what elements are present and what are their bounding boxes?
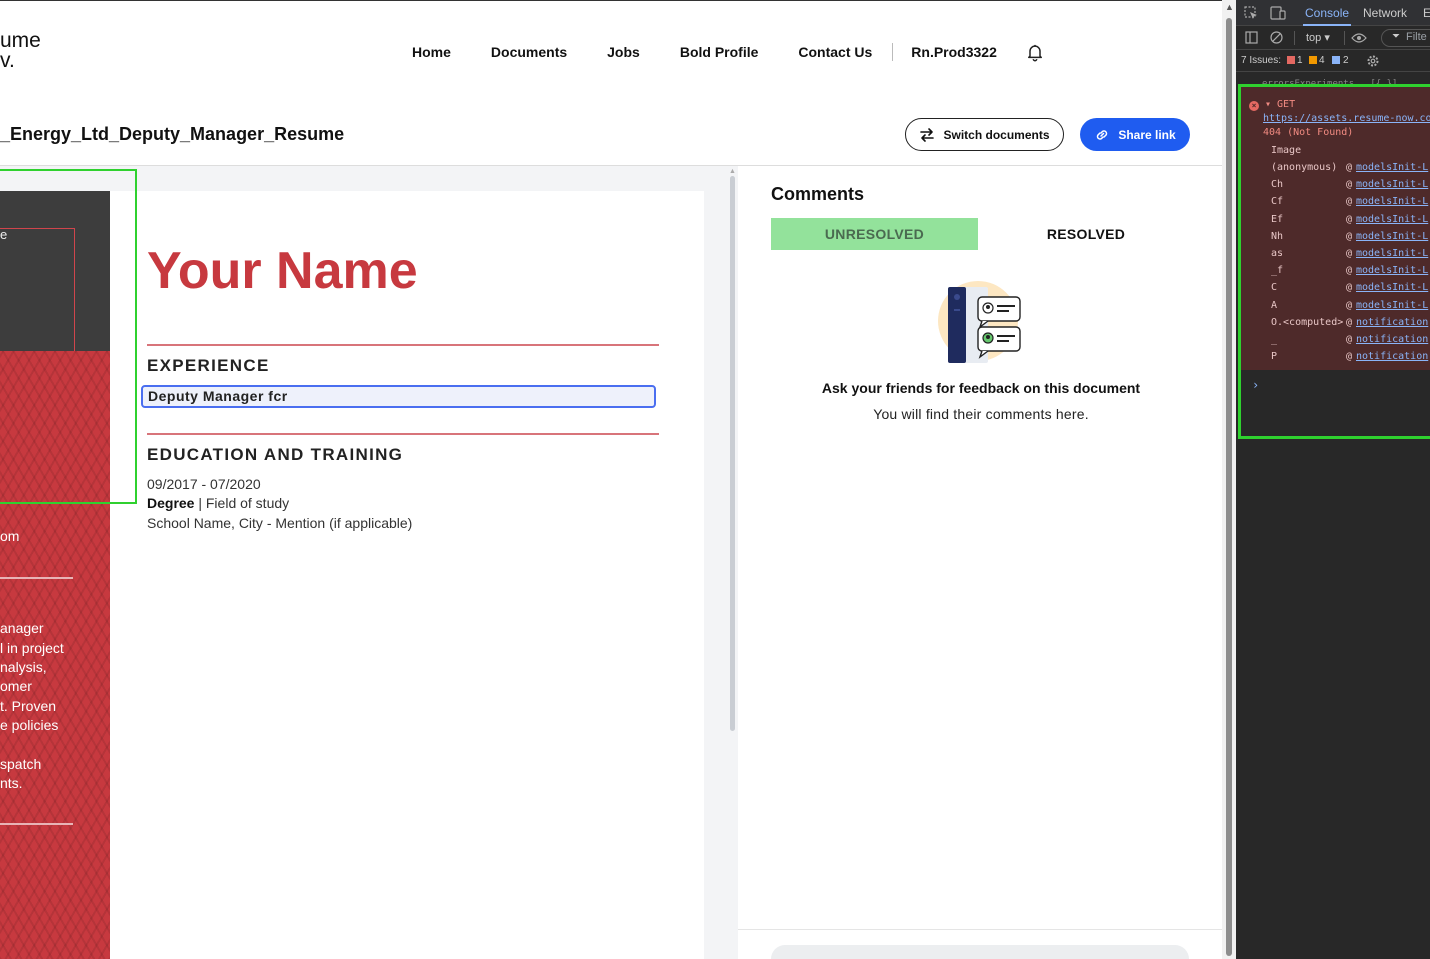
switch-documents-label: Switch documents [943, 127, 1050, 142]
nav-contact-us[interactable]: Contact Us [798, 44, 872, 60]
error-issue-count[interactable]: 1 [1297, 55, 1303, 66]
share-link-button[interactable]: Share link [1080, 118, 1190, 151]
sidebar-summary-line: omer [0, 678, 32, 694]
info-issue-icon [1332, 56, 1340, 64]
experience-heading[interactable]: EXPERIENCE [147, 356, 270, 376]
empty-comments-subtitle: You will find their comments here. [873, 406, 1089, 422]
nav-separator [892, 43, 894, 61]
page-scrollbar-thumb[interactable] [1226, 18, 1232, 956]
info-issue-count[interactable]: 2 [1343, 55, 1349, 66]
comment-input[interactable] [771, 945, 1189, 959]
sidebar-summary-line: nts. [0, 775, 23, 791]
device-toolbar-icon[interactable] [1270, 6, 1286, 20]
main-nav: Home Documents Jobs Bold Profile Contact… [412, 41, 1045, 63]
warning-issue-count[interactable]: 4 [1319, 55, 1325, 66]
context-selector[interactable]: top ▾ [1306, 31, 1330, 44]
toolbar-divider [1344, 31, 1345, 45]
clear-console-icon[interactable] [1270, 31, 1283, 44]
nav-bold-profile[interactable]: Bold Profile [680, 44, 759, 60]
selection-highlight [0, 169, 137, 504]
scroll-up-icon[interactable]: ▲ [1225, 2, 1234, 12]
sidebar-summary-line: e policies [0, 717, 59, 733]
feedback-illustration-icon [938, 281, 1021, 363]
education-degree-line[interactable]: Degree | Field of study [147, 493, 289, 513]
eye-icon[interactable] [1351, 32, 1367, 44]
console-toolbar: top ▾ ⏷ Filte [1236, 26, 1430, 50]
sidebar-divider [0, 823, 73, 825]
sidebar-summary-line: anager [0, 620, 44, 636]
preview-scroll-up-icon[interactable]: ▲ [729, 168, 736, 175]
issues-label[interactable]: 7 Issues: [1241, 55, 1281, 66]
filter-icon: ⏷ [1392, 31, 1400, 42]
devtools-panel: Console Network E top ▾ ⏷ Filte 7 Issues… [1236, 0, 1430, 959]
nav-documents[interactable]: Documents [491, 44, 567, 60]
tab-unresolved[interactable]: UNRESOLVED [771, 218, 978, 250]
warning-issue-icon [1309, 56, 1317, 64]
section-rule [147, 344, 659, 346]
link-icon [1097, 129, 1108, 140]
document-title: _Energy_Ltd_Deputy_Manager_Resume [0, 124, 345, 144]
inspect-element-icon[interactable] [1244, 6, 1258, 20]
issues-bar: 7 Issues: 1 4 2 [1236, 50, 1430, 72]
filter-placeholder: Filte [1406, 31, 1427, 43]
education-heading[interactable]: EDUCATION AND TRAINING [147, 445, 403, 465]
devtools-tab-network[interactable]: Network [1363, 6, 1407, 20]
education-school[interactable]: School Name, City - Mention (if applicab… [147, 513, 412, 533]
sidebar-summary-line: nalysis, [0, 659, 47, 675]
sidebar-contact-text: om [0, 528, 20, 544]
comments-footer-divider [738, 929, 1222, 930]
preview-scrollbar[interactable] [730, 176, 735, 731]
share-link-label: Share link [1118, 127, 1176, 142]
sidebar-summary-line: l in project [0, 640, 64, 656]
sidebar-divider [0, 577, 73, 579]
education-degree: Degree [147, 495, 195, 511]
tab-resolved[interactable]: RESOLVED [985, 218, 1187, 250]
user-menu[interactable]: Rn.Prod3322 [911, 44, 997, 60]
experience-title-input[interactable]: Deputy Manager fcr [141, 385, 656, 408]
page-scrollbar[interactable]: ▲ [1222, 0, 1236, 959]
resume-name[interactable]: Your Name [147, 241, 418, 301]
selection-highlight-devtools [1238, 84, 1430, 439]
empty-comments-title: Ask your friends for feedback on this do… [821, 380, 1141, 396]
education-field: | Field of study [194, 495, 290, 511]
sidebar-summary-line: t. Proven [0, 698, 57, 714]
site-logo[interactable]: ume v. [0, 29, 41, 72]
bell-icon[interactable] [1025, 42, 1045, 62]
nav-jobs[interactable]: Jobs [607, 44, 640, 60]
section-rule [147, 433, 659, 435]
sidebar-summary-line: spatch [0, 756, 42, 772]
resume-builder-app: ume v. Home Documents Jobs Bold Profile … [0, 0, 1222, 959]
settings-gear-icon[interactable] [1366, 54, 1380, 68]
logo-line-2: v. [0, 49, 15, 72]
comments-title: Comments [771, 184, 865, 204]
switch-arrows-icon [920, 127, 935, 142]
education-dates[interactable]: 09/2017 - 07/2020 [147, 474, 261, 494]
devtools-tab-console[interactable]: Console [1302, 6, 1352, 26]
devtools-tab-more[interactable]: E [1423, 6, 1430, 20]
error-issue-icon [1287, 56, 1295, 64]
logo-line-1: ume [0, 29, 41, 52]
toolbar-divider [1294, 31, 1295, 45]
switch-documents-button[interactable]: Switch documents [905, 118, 1064, 151]
sidebar-toggle-icon[interactable] [1245, 31, 1258, 44]
devtools-tab-bar: Console Network E [1236, 0, 1430, 26]
nav-home[interactable]: Home [412, 44, 451, 60]
